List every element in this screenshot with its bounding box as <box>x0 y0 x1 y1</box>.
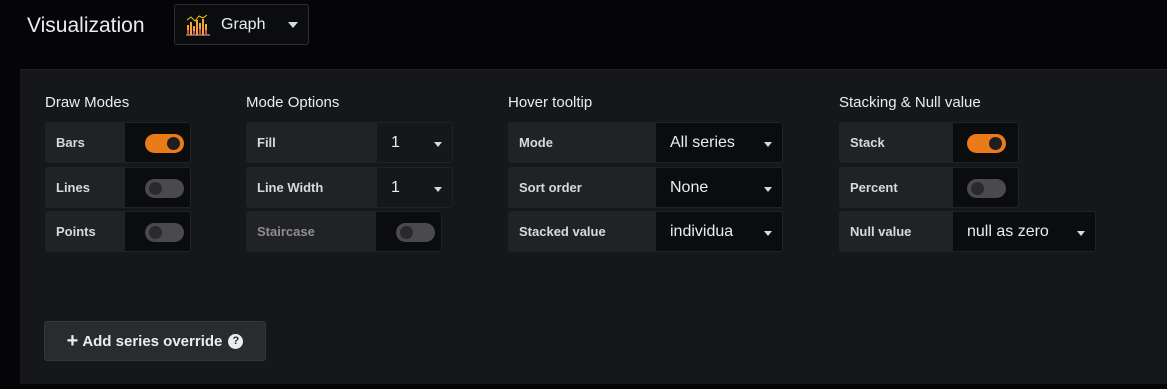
points-row: Points <box>45 211 191 252</box>
staircase-field <box>376 211 442 252</box>
chevron-down-icon <box>434 142 442 147</box>
stacked-value-select[interactable]: individua <box>656 211 783 252</box>
staircase-label: Staircase <box>246 211 376 252</box>
bars-label: Bars <box>45 122 125 163</box>
toggle-knob <box>400 226 413 239</box>
toggle-knob <box>971 182 984 195</box>
stacked-value-value: individua <box>670 222 734 240</box>
stack-toggle[interactable] <box>967 134 1006 153</box>
bars-row: Bars <box>45 122 191 163</box>
fill-select[interactable]: 1 <box>376 122 453 163</box>
bars-field <box>125 122 191 163</box>
null-value-row: Null value null as zero <box>839 211 1096 252</box>
line-width-label: Line Width <box>246 167 376 208</box>
toggle-knob <box>989 137 1002 150</box>
points-label: Points <box>45 211 125 252</box>
sort-order-label: Sort order <box>508 167 656 208</box>
toggle-knob <box>149 182 162 195</box>
sort-order-value: None <box>670 178 709 196</box>
null-value-label: Null value <box>839 211 953 252</box>
fill-label: Fill <box>246 122 376 163</box>
stack-field <box>953 122 1019 163</box>
percent-label: Percent <box>839 167 953 208</box>
stack-label: Stack <box>839 122 953 163</box>
chevron-down-icon <box>434 187 442 192</box>
line-width-row: Line Width 1 <box>246 167 453 208</box>
null-value-select[interactable]: null as zero <box>953 211 1096 252</box>
lines-toggle[interactable] <box>145 179 184 198</box>
tooltip-mode-value: All series <box>670 133 735 151</box>
points-toggle[interactable] <box>145 223 184 242</box>
visualization-picker-label: Graph <box>221 15 266 33</box>
bar-graph-icon <box>186 14 210 35</box>
chevron-down-icon <box>288 22 298 28</box>
chevron-down-icon <box>1077 231 1085 236</box>
percent-field <box>953 167 1019 208</box>
section-title-stacking: Stacking & Null value <box>839 94 981 111</box>
section-title-mode-options: Mode Options <box>246 94 340 111</box>
visualization-header: Visualization Graph <box>0 0 1167 62</box>
chevron-down-icon <box>764 142 772 147</box>
chevron-down-icon <box>764 231 772 236</box>
lines-row: Lines <box>45 167 191 208</box>
tooltip-mode-label: Mode <box>508 122 656 163</box>
percent-row: Percent <box>839 167 1019 208</box>
bars-toggle[interactable] <box>145 134 184 153</box>
add-series-override-button[interactable]: + Add series override ? <box>44 321 266 361</box>
staircase-toggle[interactable] <box>396 223 435 242</box>
lines-field <box>125 167 191 208</box>
sort-order-row: Sort order None <box>508 167 783 208</box>
fill-row: Fill 1 <box>246 122 453 163</box>
visualization-picker[interactable]: Graph <box>174 4 309 45</box>
fill-value: 1 <box>391 133 400 151</box>
line-width-select[interactable]: 1 <box>376 167 453 208</box>
chevron-down-icon <box>764 187 772 192</box>
stacked-value-row: Stacked value individua <box>508 211 783 252</box>
display-options-panel: Draw Modes Bars Lines Points Mode Option… <box>20 69 1167 384</box>
points-field <box>125 211 191 252</box>
question-circle-icon[interactable]: ? <box>228 333 244 349</box>
stack-row: Stack <box>839 122 1019 163</box>
visualization-title: Visualization <box>27 14 145 37</box>
lines-label: Lines <box>45 167 125 208</box>
sort-order-select[interactable]: None <box>656 167 783 208</box>
toggle-knob <box>149 226 162 239</box>
add-series-override-label: Add series override <box>82 332 223 350</box>
staircase-row: Staircase <box>246 211 442 252</box>
plus-icon: + <box>66 330 79 352</box>
tooltip-mode-select[interactable]: All series <box>656 122 783 163</box>
percent-toggle[interactable] <box>967 179 1006 198</box>
section-title-draw-modes: Draw Modes <box>45 94 130 111</box>
tooltip-mode-row: Mode All series <box>508 122 783 163</box>
section-title-hover-tooltip: Hover tooltip <box>508 94 593 111</box>
toggle-knob <box>167 137 180 150</box>
stacked-value-label: Stacked value <box>508 211 656 252</box>
line-width-value: 1 <box>391 178 400 196</box>
null-value-value: null as zero <box>967 222 1049 240</box>
